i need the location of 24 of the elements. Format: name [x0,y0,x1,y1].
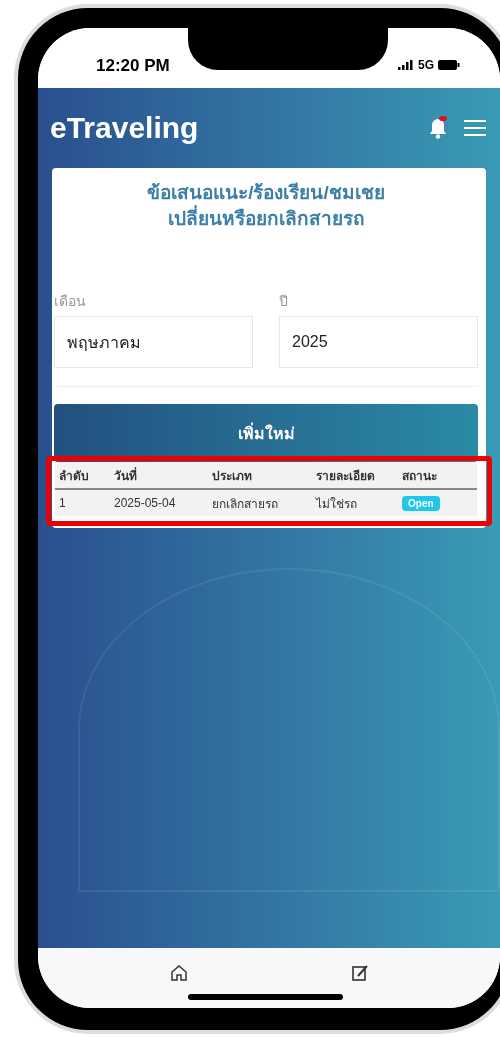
menu-icon[interactable] [464,119,486,137]
table-cell-text: ยกเลิกสายรถ [212,495,279,513]
column-header: สถานะ [402,467,438,485]
card-title: ข้อเสนอแนะ/ร้องเรียน/ชมเชย เปลี่ยนหรือยกเลิกสายรถ [146,181,386,231]
field-label: เดือน [54,292,87,311]
column-header: วันที่ [114,466,138,485]
edit-icon[interactable] [350,964,369,982]
column-header: รายละเอียด [316,467,376,485]
field-label: ปี [279,292,289,311]
home-icon[interactable] [169,964,188,982]
select-field[interactable]: 2025 [279,316,478,368]
status-time: 12:20 PM [96,56,170,76]
status-badge: Open [402,496,440,511]
app-title: eTraveling [50,111,199,145]
table-cell-text: 2025-05-04 [114,496,177,510]
table-cell-text: ไม่ใช่รถ [316,495,358,513]
battery-icon [438,60,460,70]
network-label: 5G [418,58,434,72]
select-field[interactable]: พฤษภาคม [54,316,253,368]
column-header: ประเภท [212,467,253,485]
table-cell-text: 1 [59,496,67,510]
add-new-button[interactable]: เพิ่มใหม่ [54,404,478,462]
column-header: ลำดับ [59,467,90,485]
signal-icon [398,60,414,70]
